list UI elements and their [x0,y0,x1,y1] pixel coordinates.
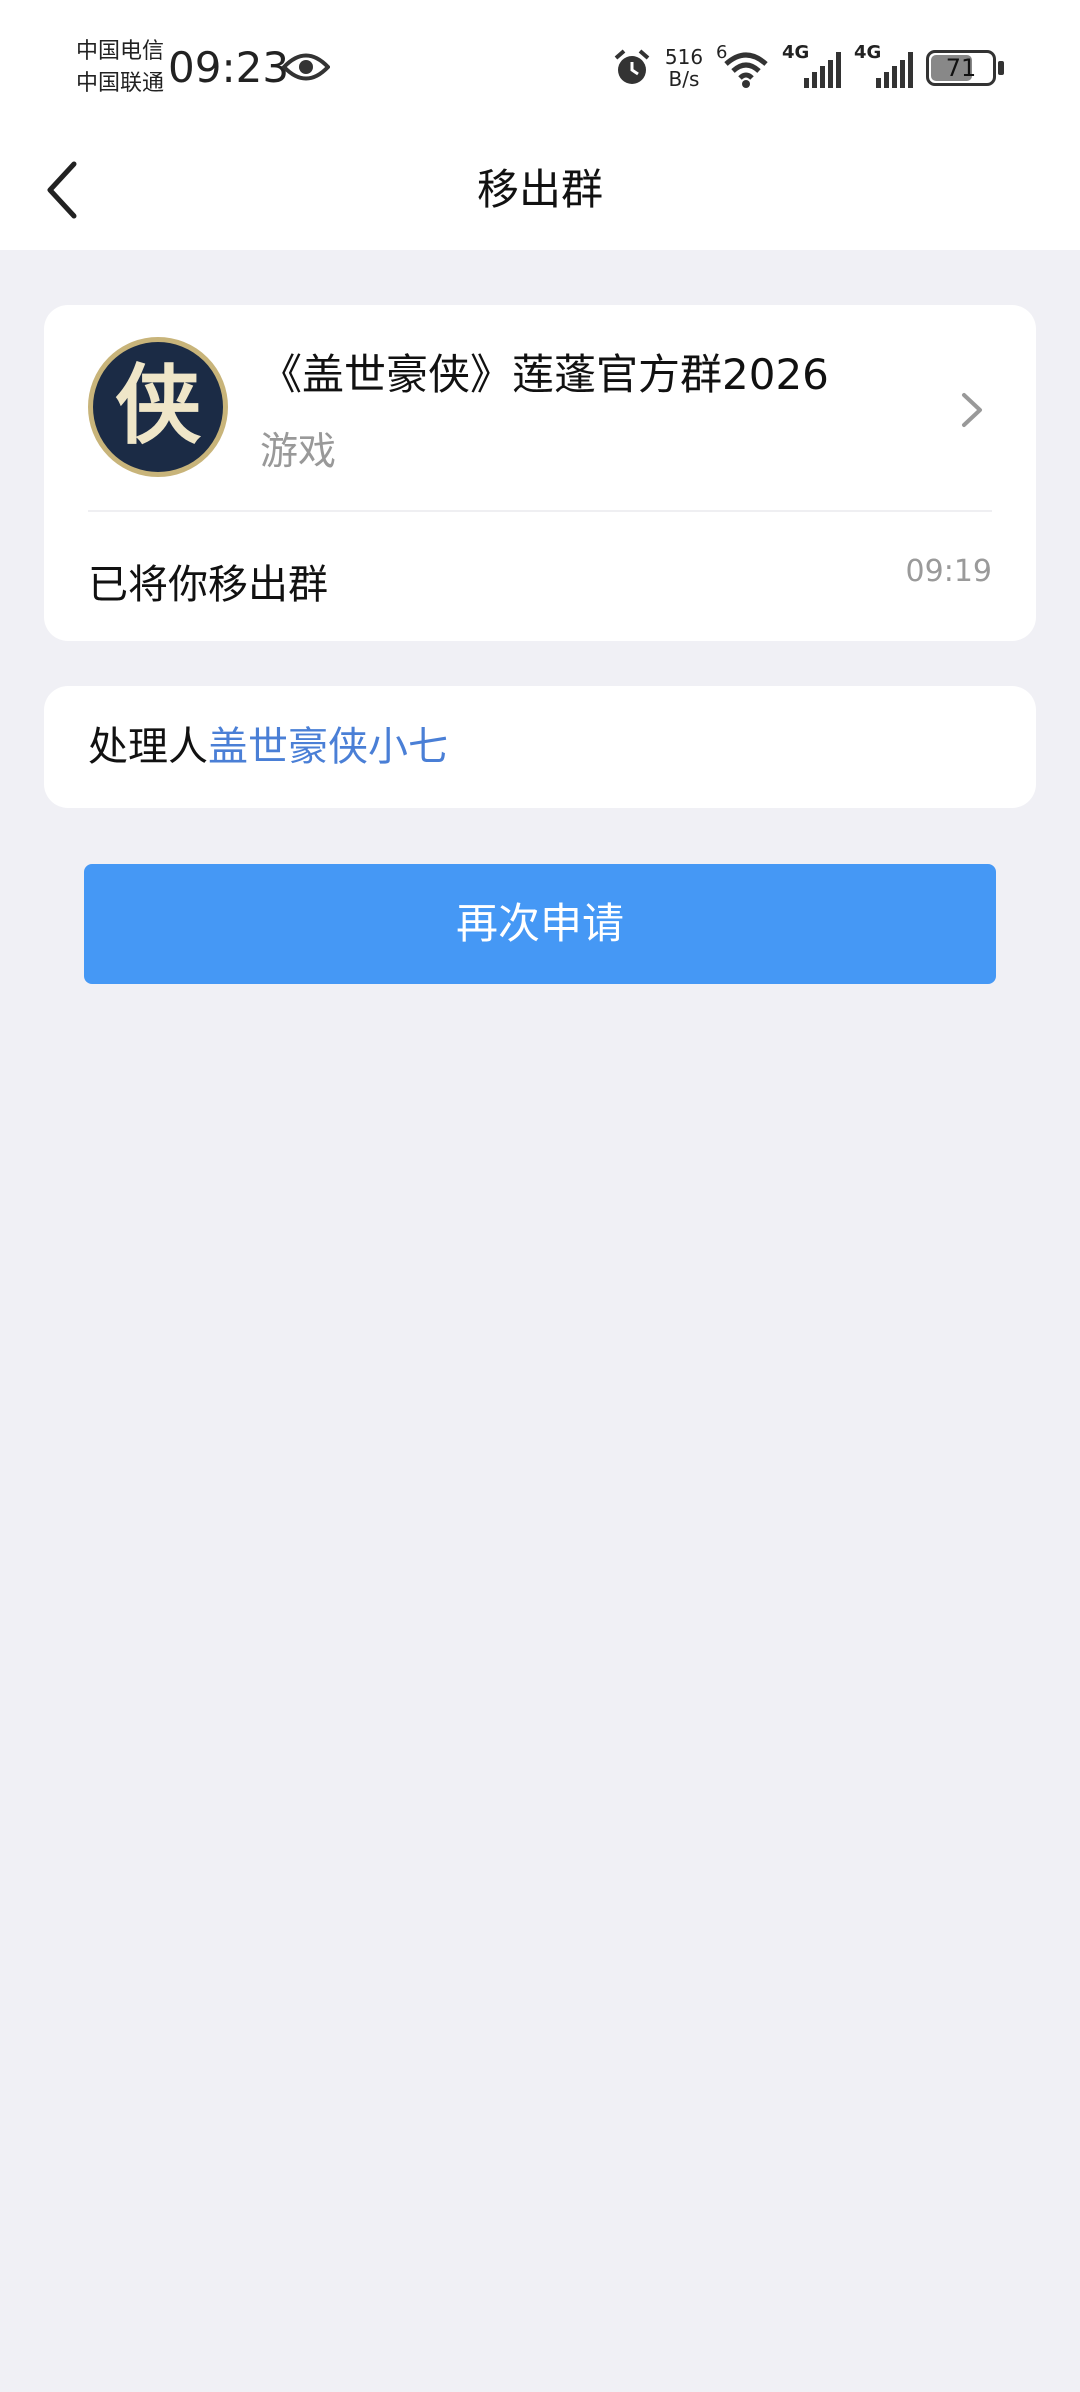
battery-cap [998,61,1004,75]
group-avatar: 侠 [88,337,228,477]
sim2-signal: 4G [854,42,916,90]
back-button[interactable] [30,154,102,226]
wifi-icon [724,52,768,88]
status-icons: 516 B/s 6 4G 4G 71 [612,40,1004,96]
group-info-row[interactable]: 侠 《盖世豪侠》莲蓬官方群2026 游戏 [44,305,1036,510]
group-name: 《盖世豪侠》莲蓬官方群2026 [260,350,829,399]
signal-icon [876,52,913,88]
network-speed-value: 516 [664,45,704,69]
eye-icon [282,53,330,81]
status-time: 09:23 [168,43,290,92]
network-speed-unit: B/s [668,67,700,91]
battery-icon: 71 [926,50,996,86]
alarm-icon [614,49,650,84]
chevron-right-icon [962,393,982,427]
sim1-signal: 4G [782,42,844,90]
notice-time: 09:19 [905,554,992,589]
carrier-2: 中国联通 [76,71,165,96]
group-avatar-glyph: 侠 [115,355,201,456]
handler-name-link[interactable]: 盖世豪侠小七 [208,724,448,770]
battery-level: 71 [945,54,977,82]
status-bar: 中国电信 中国联通 09:23 516 B/s 6 4G 4G 71 [0,0,1080,130]
handler-line: 处理人盖世豪侠小七 [88,686,448,808]
page-title: 移出群 [476,165,603,214]
removal-notice: 已将你移出群 [88,562,328,608]
network-speed: 516 B/s [662,46,706,90]
group-card: 侠 《盖世豪侠》莲蓬官方群2026 游戏 已将你移出群 09:19 [44,305,1036,641]
reapply-button[interactable]: 再次申请 [84,864,996,984]
nav-bar: 移出群 [0,130,1080,250]
group-category: 游戏 [260,429,337,473]
handler-card: 处理人盖世豪侠小七 [44,686,1036,808]
carrier-info: 中国电信 中国联通 [76,36,164,100]
wifi-status: 6 [716,42,772,90]
divider [88,510,992,512]
carrier-1: 中国电信 [76,39,165,64]
signal-icon [804,52,841,88]
handler-label: 处理人 [88,724,208,770]
